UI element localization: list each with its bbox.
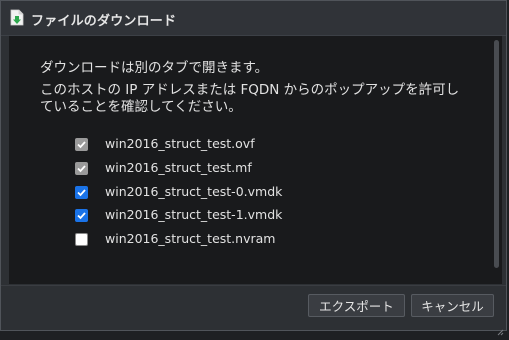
file-name: win2016_struct_test-1.vmdk: [105, 207, 283, 223]
dialog-titlebar[interactable]: ファイルのダウンロード: [1, 1, 506, 36]
footer-divider: [1, 285, 506, 286]
file-name: win2016_struct_test.mf: [105, 159, 252, 175]
message-new-tab: ダウンロードは別のタブで開きます。: [40, 60, 269, 76]
cancel-button[interactable]: キャンセル: [411, 294, 494, 317]
file-download-icon: [10, 9, 24, 26]
export-button[interactable]: エクスポート: [308, 294, 405, 317]
dialog-title: ファイルのダウンロード: [31, 14, 177, 29]
file-checkbox[interactable]: [75, 138, 88, 151]
download-dialog: ファイルのダウンロード ダウンロードは別のタブで開きます。 このホストの IP …: [0, 0, 507, 336]
file-checkbox[interactable]: [75, 185, 88, 199]
file-name: win2016_struct_test-0.vmdk: [105, 183, 283, 199]
file-checkbox[interactable]: [75, 161, 88, 175]
message-popup-permission: このホストの IP アドレスまたは FQDN からのポップアップを許可しているこ…: [40, 82, 460, 115]
file-checkbox[interactable]: [75, 209, 88, 223]
file-name: win2016_struct_test.ovf: [105, 136, 255, 151]
file-checkbox[interactable]: [75, 233, 88, 247]
resize-grip-icon[interactable]: [497, 321, 504, 336]
content-scrollbar[interactable]: [494, 40, 499, 268]
dialog-content: ダウンロードは別のタブで開きます。 このホストの IP アドレスまたは FQDN…: [9, 36, 502, 284]
file-name: win2016_struct_test.nvram: [105, 231, 276, 247]
